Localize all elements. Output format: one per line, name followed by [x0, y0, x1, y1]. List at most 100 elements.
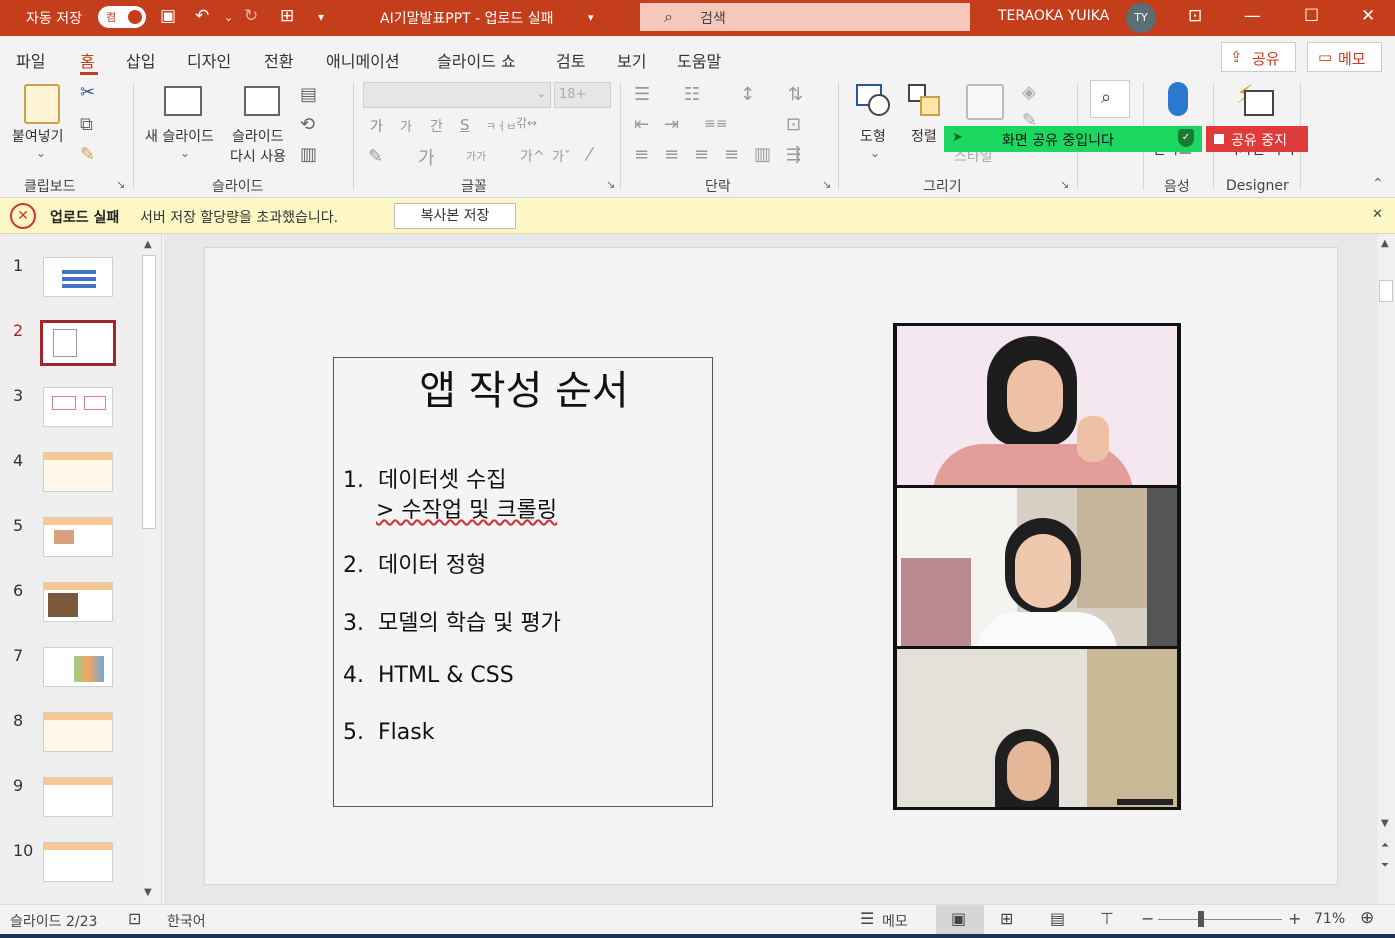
tab-animations[interactable]: 애니메이션 [326, 48, 400, 72]
layout-icon[interactable]: ▤ [300, 84, 317, 105]
cut-icon[interactable]: ✂ [80, 82, 95, 103]
tab-transitions[interactable]: 전환 [264, 48, 293, 72]
tab-home[interactable]: 홈 [80, 48, 95, 72]
clear-format-icon[interactable]: 간 [430, 116, 443, 136]
list-item[interactable]: > 수작업 및 크롤링 [376, 492, 557, 524]
slide-textbox[interactable]: 앱 작성 순서 1. 데이터셋 수집 > 수작업 및 크롤링 2. 데이터 정형… [333, 357, 713, 807]
avatar[interactable]: TY [1126, 3, 1156, 33]
increase-indent-icon[interactable]: ⇥ [664, 114, 679, 135]
quick-styles-icon[interactable] [966, 84, 1004, 120]
justify-icon[interactable]: ≡ [724, 144, 739, 165]
bullets-icon[interactable]: ☰ [634, 84, 650, 105]
list-item[interactable]: 2. 데이터 정형 [343, 547, 486, 579]
stop-share-button[interactable]: 공유 중지 [1206, 126, 1308, 152]
tab-design[interactable]: 디자인 [187, 48, 231, 72]
slide-thumbnail-3[interactable] [43, 387, 113, 427]
font-family-dropdown[interactable]: ⌄ [363, 82, 551, 108]
scrollbar-thumb[interactable] [142, 255, 156, 529]
align-text-icon[interactable]: ⊡ [786, 114, 801, 135]
slide-thumbnail-10[interactable] [43, 842, 113, 882]
font-color-icon[interactable]: 가 [418, 144, 435, 170]
zoom-slider-track[interactable] [1158, 919, 1282, 920]
new-slide-dropdown-icon[interactable]: ⌄ [180, 146, 190, 160]
decrease-indent-icon[interactable]: ⇤ [634, 114, 649, 135]
list-item[interactable]: 4. HTML & CSS [343, 663, 514, 688]
distributed-icon[interactable]: ▥ [754, 144, 771, 165]
grow-font-icon[interactable]: 가^ [520, 146, 545, 166]
reuse-slides-label-1[interactable]: 슬라이드 [232, 126, 284, 146]
participant-video-2[interactable] [897, 488, 1177, 646]
collapse-ribbon-icon[interactable]: ⌃ [1372, 176, 1384, 192]
format-painter-icon[interactable]: ✎ [80, 144, 95, 165]
title-dropdown-icon[interactable]: ▾ [588, 11, 594, 24]
arrange-label[interactable]: 정렬 [911, 126, 937, 146]
save-copy-button[interactable]: 복사본 저장 [394, 203, 516, 229]
find-button[interactable]: ⌕ [1090, 80, 1130, 118]
numbering-icon[interactable]: ☷ [684, 84, 700, 105]
tab-view[interactable]: 보기 [617, 48, 646, 72]
line-spacing-icon[interactable]: ↕ [740, 84, 755, 105]
save-icon[interactable]: ▣ [160, 6, 176, 26]
slide-thumbnail-6[interactable] [43, 582, 113, 622]
drawing-launcher-icon[interactable]: ↘ [1060, 178, 1069, 191]
zoom-in-button[interactable]: + [1288, 909, 1301, 928]
slide-thumbnail-9[interactable] [43, 777, 113, 817]
decrease-font-icon[interactable]: 가 [400, 116, 412, 135]
previous-slide-icon[interactable]: ⏶ [1381, 840, 1389, 851]
undo-icon[interactable]: ↶ [195, 6, 209, 26]
zoom-level[interactable]: 71% [1314, 911, 1345, 927]
participant-video-3[interactable] [897, 649, 1177, 807]
smartart-icon[interactable]: ⇶ [786, 144, 801, 165]
dictate-mic-icon[interactable] [1168, 82, 1188, 116]
language-indicator[interactable]: 한국어 [167, 911, 206, 931]
close-icon[interactable]: ✕ [1361, 6, 1375, 26]
reuse-slides-icon[interactable] [244, 86, 280, 116]
slide-scrollbar[interactable]: ▲ ▼ ⏶ ⏷ [1377, 234, 1395, 904]
slide-thumbnail-2[interactable] [40, 320, 116, 366]
new-slide-label[interactable]: 새 슬라이드 [145, 126, 214, 146]
next-slide-icon[interactable]: ⏷ [1381, 860, 1389, 871]
char-spacing-icon[interactable]: 갂↔ [516, 114, 537, 131]
tab-help[interactable]: 도움말 [677, 48, 721, 72]
text-direction-icon[interactable]: ⇅ [788, 84, 803, 105]
font-size-dropdown[interactable]: 18+ [554, 82, 611, 108]
slide-thumbnail-1[interactable] [43, 257, 113, 297]
tab-slideshow[interactable]: 슬라이드 쇼 [437, 48, 516, 72]
undo-dropdown-icon[interactable]: ⌄ [224, 11, 233, 24]
shadow-icon[interactable]: S [460, 116, 470, 134]
zoom-out-button[interactable]: − [1141, 909, 1154, 928]
highlight-icon[interactable]: ✎ [368, 146, 383, 167]
shape-fill-icon[interactable]: ◈ [1022, 82, 1036, 103]
minimize-icon[interactable]: — [1244, 6, 1261, 26]
change-case-icon[interactable]: 가가 [466, 148, 486, 164]
strikethrough-icon[interactable]: ㅋㅓㅂ [486, 118, 516, 134]
present-icon[interactable]: ⊞ [280, 6, 294, 26]
paste-icon[interactable] [24, 84, 60, 124]
paragraph-launcher-icon[interactable]: ↘ [822, 178, 831, 191]
shrink-font-icon[interactable]: 가ˇ [552, 146, 570, 165]
search-box[interactable]: ⌕ 검색 [640, 3, 970, 31]
scroll-up-icon[interactable]: ▲ [1381, 238, 1389, 249]
shapes-dropdown-icon[interactable]: ⌄ [870, 146, 880, 160]
dismiss-icon[interactable]: ✕ [1372, 207, 1383, 222]
redo-icon[interactable]: ↻ [244, 6, 258, 26]
video-gallery[interactable] [893, 323, 1181, 810]
scroll-down-icon[interactable]: ▼ [1381, 818, 1389, 829]
paste-label[interactable]: 붙여넣기 [12, 126, 64, 146]
slide-thumbnail-7[interactable] [43, 647, 113, 687]
columns-icon[interactable]: ≡≡ [704, 116, 727, 132]
tab-insert[interactable]: 삽입 [126, 48, 155, 72]
slide-thumbnail-4[interactable] [43, 452, 113, 492]
tab-file[interactable]: 파일 [16, 48, 45, 72]
participant-video-1[interactable] [897, 326, 1177, 485]
clear-formatting-icon[interactable]: ⁄ [588, 144, 591, 165]
reset-icon[interactable]: ⟲ [300, 114, 315, 135]
tab-review[interactable]: 검토 [556, 48, 585, 72]
align-center-icon[interactable]: ≡ [664, 144, 679, 165]
notes-icon[interactable]: ☰ [860, 909, 874, 928]
reuse-slides-label-2[interactable]: 다시 사용 [230, 146, 286, 166]
slide-thumbnail-5[interactable] [43, 517, 113, 557]
notes-label[interactable]: 메모 [882, 911, 908, 931]
ribbon-display-icon[interactable]: ⊡ [1188, 6, 1202, 26]
list-item[interactable]: 5. Flask [343, 720, 434, 745]
